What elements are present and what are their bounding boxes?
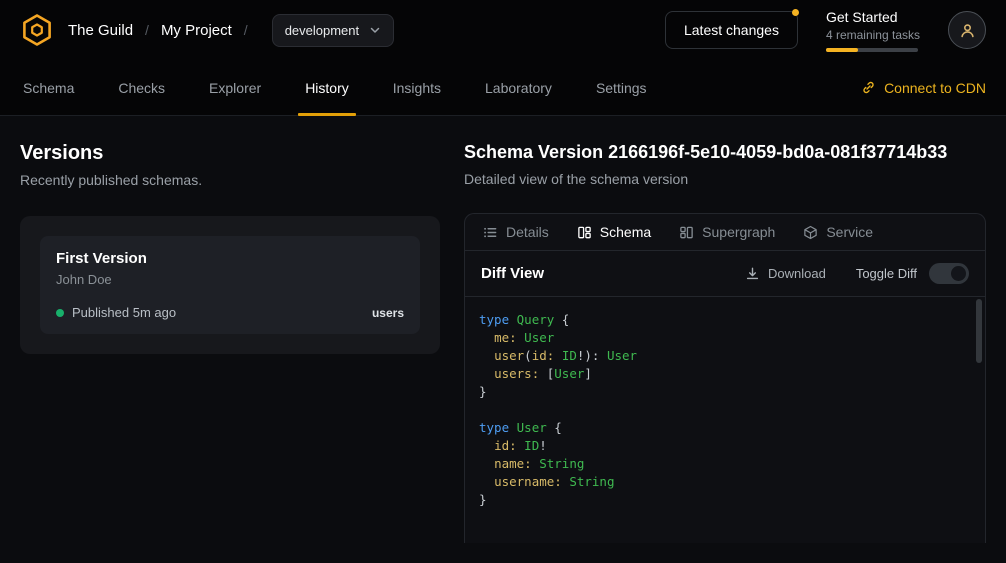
diff-view-header: Diff View Download Toggle Diff xyxy=(465,251,985,297)
tab-details[interactable]: Details xyxy=(483,224,549,240)
version-service-badge: users xyxy=(372,306,404,320)
code-scrollbar-thumb[interactable] xyxy=(976,299,982,363)
breadcrumb-separator: / xyxy=(145,22,149,38)
breadcrumb-project[interactable]: My Project xyxy=(161,22,232,39)
tab-supergraph-label: Supergraph xyxy=(702,224,775,240)
version-name: First Version xyxy=(56,250,404,267)
versions-subtitle: Recently published schemas. xyxy=(20,172,440,188)
get-started-subtitle: 4 remaining tasks xyxy=(826,28,920,42)
get-started-widget[interactable]: Get Started 4 remaining tasks xyxy=(826,9,920,52)
person-icon xyxy=(958,21,977,40)
connect-to-cdn-button[interactable]: Connect to CDN xyxy=(861,60,986,115)
tab-schema-view[interactable]: Schema xyxy=(577,224,651,240)
schema-icon xyxy=(577,225,592,240)
diff-actions: Download Toggle Diff xyxy=(745,263,969,284)
app-header: The Guild / My Project / development Lat… xyxy=(0,0,1006,60)
tab-settings[interactable]: Settings xyxy=(593,60,650,115)
latest-changes-label: Latest changes xyxy=(684,22,779,38)
breadcrumb-org[interactable]: The Guild xyxy=(68,22,133,39)
main-nav: Schema Checks Explorer History Insights … xyxy=(0,60,1006,116)
link-icon xyxy=(861,80,876,95)
header-left: The Guild / My Project / development xyxy=(20,13,394,47)
tab-service[interactable]: Service xyxy=(803,224,873,240)
code-scrollbar[interactable] xyxy=(975,299,983,541)
get-started-progress-fill xyxy=(826,48,858,52)
chevron-down-icon xyxy=(369,24,381,36)
version-list-item[interactable]: First Version John Doe Published 5m ago … xyxy=(40,236,420,334)
tab-service-label: Service xyxy=(826,224,873,240)
main-content: Versions Recently published schemas. Fir… xyxy=(0,116,1006,563)
tab-history[interactable]: History xyxy=(302,60,352,115)
diff-toggle-switch[interactable] xyxy=(929,263,969,284)
connect-to-cdn-label: Connect to CDN xyxy=(884,80,986,96)
toggle-diff-label: Toggle Diff xyxy=(856,266,917,281)
tab-laboratory[interactable]: Laboratory xyxy=(482,60,555,115)
version-status-row: Published 5m ago users xyxy=(56,305,404,320)
tab-checks[interactable]: Checks xyxy=(115,60,168,115)
download-button[interactable]: Download xyxy=(745,266,826,281)
versions-title: Versions xyxy=(20,142,440,165)
schema-version-panel: Details Schema Sup xyxy=(464,213,986,543)
detail-tabs: Details Schema Sup xyxy=(465,214,985,251)
versions-card: First Version John Doe Published 5m ago … xyxy=(20,216,440,354)
schema-version-section: Schema Version 2166196f-5e10-4059-bd0a-0… xyxy=(464,136,986,543)
get-started-progress-bar xyxy=(826,48,918,52)
target-select[interactable]: development xyxy=(272,14,394,47)
download-icon xyxy=(745,266,760,281)
nav-tabs: Schema Checks Explorer History Insights … xyxy=(20,60,650,115)
tab-supergraph[interactable]: Supergraph xyxy=(679,224,775,240)
list-icon xyxy=(483,225,498,240)
get-started-title: Get Started xyxy=(826,9,920,25)
supergraph-icon xyxy=(679,225,694,240)
hive-logo-icon[interactable] xyxy=(20,13,54,47)
tab-schema[interactable]: Schema xyxy=(20,60,77,115)
schema-code-viewer: type Query { me: User user(id: ID!): Use… xyxy=(465,297,985,543)
avatar[interactable] xyxy=(948,11,986,49)
versions-section: Versions Recently published schemas. Fir… xyxy=(20,136,440,543)
tab-explorer[interactable]: Explorer xyxy=(206,60,264,115)
breadcrumb: The Guild / My Project / xyxy=(68,22,252,39)
diff-view-title: Diff View xyxy=(481,265,544,282)
cube-icon xyxy=(803,225,818,240)
schema-version-subtitle: Detailed view of the schema version xyxy=(464,171,986,187)
breadcrumb-separator: / xyxy=(244,22,248,38)
tab-schema-view-label: Schema xyxy=(600,224,651,240)
header-right: Latest changes Get Started 4 remaining t… xyxy=(665,9,986,52)
toggle-diff-control: Toggle Diff xyxy=(856,263,969,284)
schema-version-title: Schema Version 2166196f-5e10-4059-bd0a-0… xyxy=(464,142,986,163)
tab-details-label: Details xyxy=(506,224,549,240)
code-block: type Query { me: User user(id: ID!): Use… xyxy=(479,311,965,509)
latest-changes-button[interactable]: Latest changes xyxy=(665,11,798,49)
tab-insights[interactable]: Insights xyxy=(390,60,444,115)
version-status: Published 5m ago xyxy=(72,305,176,320)
version-author: John Doe xyxy=(56,272,404,287)
download-label: Download xyxy=(768,266,826,281)
notification-dot xyxy=(792,9,799,16)
target-select-value: development xyxy=(285,23,359,38)
diff-toggle-knob xyxy=(951,266,966,281)
published-dot-icon xyxy=(56,309,64,317)
